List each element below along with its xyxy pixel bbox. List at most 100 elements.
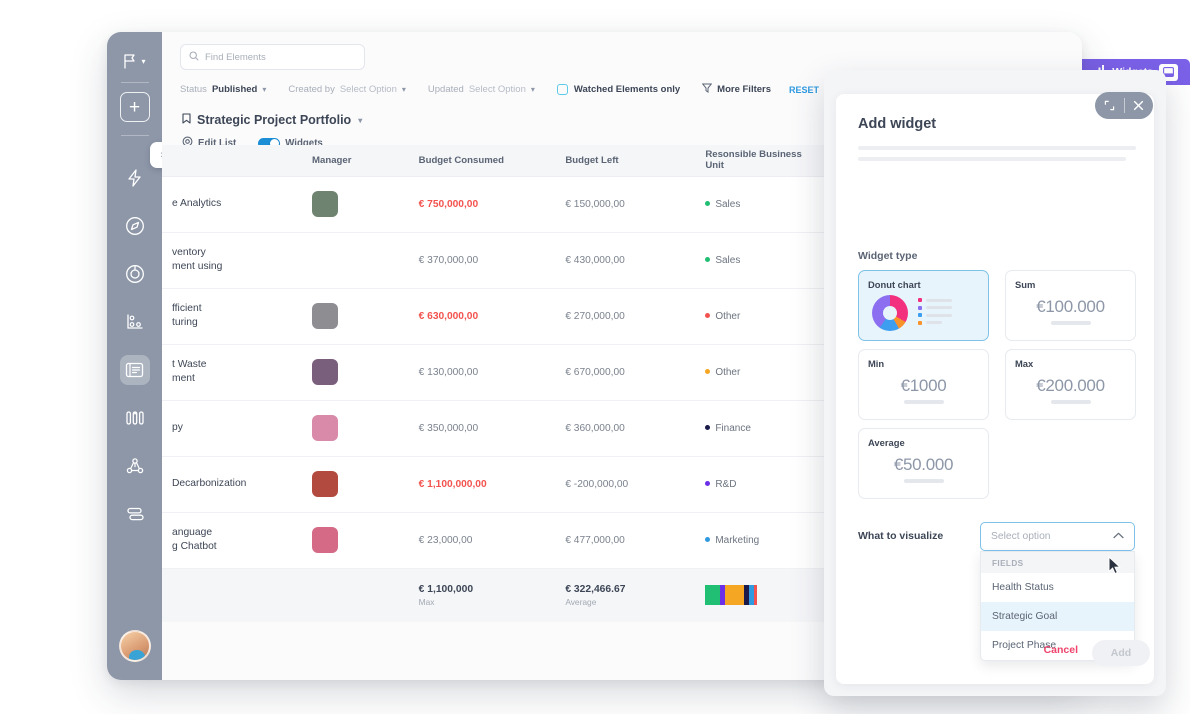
widget-card-average[interactable]: Average €50.000 xyxy=(858,428,989,499)
rail-divider-mid xyxy=(120,135,149,136)
row-name: anguage g Chatbot xyxy=(172,527,217,552)
list-view-icon[interactable] xyxy=(119,355,150,385)
filter-status-label: Status xyxy=(180,84,207,95)
row-name: ventory ment using xyxy=(172,247,223,272)
flag-icon[interactable]: ▾ xyxy=(123,53,146,69)
manager-avatar[interactable] xyxy=(312,247,338,273)
col-name[interactable] xyxy=(162,145,302,177)
skeleton-line-2 xyxy=(858,157,1126,161)
target-icon[interactable] xyxy=(120,259,150,289)
col-budget-left[interactable]: Budget Left xyxy=(555,145,696,177)
budget-consumed-value: € 1,100,000,00 xyxy=(418,478,487,490)
reset-button[interactable]: RESET xyxy=(789,85,819,95)
add-button[interactable]: + xyxy=(119,92,150,122)
visualize-select-value: Select option xyxy=(991,531,1051,542)
search-icon xyxy=(189,48,199,66)
legend-item xyxy=(918,320,952,325)
col-business-unit[interactable]: Resonsible Business Unit xyxy=(695,145,829,177)
topbar: Find Elements xyxy=(162,32,1082,70)
chart-axis-icon[interactable] xyxy=(120,307,150,337)
chevron-down-icon: ▾ xyxy=(401,85,406,94)
filter-updated-label: Updated xyxy=(427,84,464,95)
manager-avatar[interactable] xyxy=(312,527,338,553)
add-button[interactable]: Add xyxy=(1092,640,1150,666)
more-filters-label: More Filters xyxy=(717,84,772,95)
search-input[interactable]: Find Elements xyxy=(180,44,365,70)
filter-updated[interactable]: Updated Select Option ▾ xyxy=(428,84,535,95)
chevron-down-icon: ▾ xyxy=(530,85,535,94)
col-budget-consumed[interactable]: Budget Consumed xyxy=(408,145,556,177)
page-title-text: Strategic Project Portfolio xyxy=(197,113,352,127)
summary-bar-business-unit xyxy=(705,585,777,606)
manager-avatar[interactable] xyxy=(312,303,338,329)
row-name: t Waste ment xyxy=(172,359,207,384)
manager-avatar[interactable] xyxy=(312,471,338,497)
donut-preview xyxy=(868,295,979,331)
budget-consumed-value: € 750,000,00 xyxy=(418,198,479,210)
search-placeholder: Find Elements xyxy=(205,51,266,63)
sliders-icon[interactable] xyxy=(120,499,150,529)
user-avatar[interactable] xyxy=(119,630,151,662)
filter-status[interactable]: Status Published ▾ xyxy=(180,84,266,95)
columns-icon[interactable] xyxy=(120,403,150,433)
modal-window-controls xyxy=(1095,92,1153,119)
manager-avatar[interactable] xyxy=(312,191,338,217)
modal-title: Add widget xyxy=(858,116,937,132)
budget-left-value: € 360,000,00 xyxy=(565,422,625,434)
navigate-icon[interactable] xyxy=(120,211,150,241)
widget-card-donut-chart[interactable]: Donut chart xyxy=(858,270,989,341)
watched-elements-checkbox[interactable]: Watched Elements only xyxy=(556,84,681,95)
hierarchy-icon[interactable] xyxy=(120,451,150,481)
col-manager[interactable]: Manager xyxy=(302,145,409,177)
rail-divider-top xyxy=(120,82,149,83)
business-unit-tag: Finance xyxy=(705,423,751,434)
dropdown-option-strategic-goal[interactable]: Strategic Goal xyxy=(981,602,1134,631)
more-filters-button[interactable]: More Filters xyxy=(701,83,772,96)
business-unit-tag: Other xyxy=(705,367,740,378)
widget-card-sum[interactable]: Sum €100.000 xyxy=(1005,270,1136,341)
budget-left-value: € 670,000,00 xyxy=(565,366,625,378)
row-name: Decarbonization xyxy=(172,478,247,490)
manager-avatar[interactable] xyxy=(312,359,338,385)
business-unit-tag: Sales xyxy=(705,199,740,210)
budget-consumed-value: € 350,000,00 xyxy=(418,422,479,434)
widget-type-label: Widget type xyxy=(858,250,918,262)
business-unit-tag: R&D xyxy=(705,479,736,490)
skeleton-line-1 xyxy=(858,146,1136,150)
visualize-select[interactable]: Select option xyxy=(980,522,1135,551)
checkbox-icon xyxy=(556,84,568,95)
close-icon[interactable] xyxy=(1125,100,1154,111)
filter-created-by[interactable]: Created by Select Option ▾ xyxy=(288,84,406,95)
filter-created-value: Select Option xyxy=(339,84,397,95)
manager-avatar[interactable] xyxy=(312,415,338,441)
row-name: py xyxy=(172,422,183,434)
budget-left-value: € 150,000,00 xyxy=(565,198,625,210)
budget-left-value: € 430,000,00 xyxy=(565,254,625,266)
summary-left-label: Average xyxy=(565,596,597,607)
widget-card-value: €100.000 xyxy=(1036,297,1105,316)
restore-icon[interactable] xyxy=(1095,100,1124,111)
visualize-row: What to visualize Select option xyxy=(858,522,1136,551)
filter-updated-value: Select Option xyxy=(468,84,526,95)
widget-card-title: Max xyxy=(1015,358,1034,369)
row-name: e Analytics xyxy=(172,198,222,210)
widget-card-min[interactable]: Min €1000 xyxy=(858,349,989,420)
watched-elements-label: Watched Elements only xyxy=(573,84,681,95)
business-unit-tag: Sales xyxy=(705,255,740,266)
mouse-cursor xyxy=(1108,555,1122,575)
dropdown-option-health-status[interactable]: Health Status xyxy=(981,573,1134,602)
screenshot-root: Widgets ▾ + xyxy=(0,0,1190,714)
summary-left-value: € 322,466.67 xyxy=(565,583,626,595)
left-rail: ▾ + xyxy=(107,32,162,680)
widget-card-underline xyxy=(1050,400,1091,404)
cancel-button[interactable]: Cancel xyxy=(1044,644,1078,656)
budget-left-value: € 477,000,00 xyxy=(565,534,625,546)
donut-chart-icon xyxy=(872,295,908,331)
row-name: fficient turing xyxy=(172,303,202,328)
legend-item xyxy=(918,298,952,302)
budget-left-value: € 270,000,00 xyxy=(565,310,625,322)
business-unit-tag: Marketing xyxy=(705,535,759,546)
widget-card-max[interactable]: Max €200.000 xyxy=(1005,349,1136,420)
summary-consumed-value: € 1,100,000 xyxy=(418,583,474,595)
lightning-icon[interactable] xyxy=(120,163,150,193)
